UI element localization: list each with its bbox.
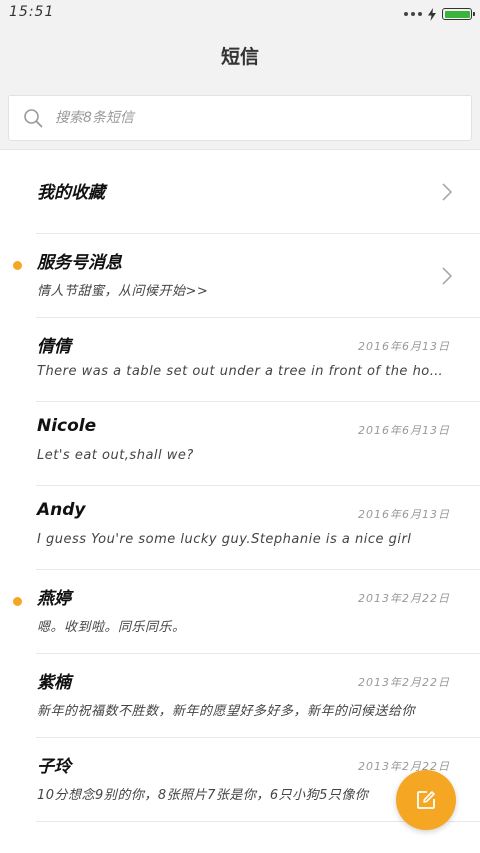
favorites-label: 我的收藏 [37,183,105,203]
message-date: 2016年6月13日 [358,424,450,437]
message-preview: 新年的祝福数不胜数，新年的愿望好多好多，新年的问候送给你 [37,704,416,719]
status-time: 15:51 [9,4,55,20]
unread-dot [13,261,22,270]
search-area [0,84,480,150]
search-box[interactable] [8,95,472,141]
battery-level [444,10,470,18]
status-bar: 15:51 [0,0,480,28]
message-date: 2016年6月13日 [358,508,450,521]
favorites-row[interactable]: 我的收藏 [0,150,480,234]
search-input[interactable] [55,106,455,130]
contact-name: 紫楠 [37,673,71,693]
message-preview: I guess You're some lucky guy.Stephanie … [37,532,412,547]
compose-button[interactable] [396,770,456,830]
page-title: 短信 [220,46,259,68]
message-date: 2013年2月22日 [358,676,450,689]
conversation-row[interactable]: 燕婷 2013年2月22日 嗯。收到啦。同乐同乐。 [0,570,480,654]
message-preview: 嗯。收到啦。同乐同乐。 [37,620,186,635]
service-messages-preview: 情人节甜蜜，从问候开始>> [37,284,209,299]
chevron-right-icon [442,267,453,285]
message-preview: 10分想念9别的你，8张照片7张是你，6只小狗5只像你 [37,788,369,803]
message-preview: There was a table set out under a tree i… [37,364,450,379]
contact-name: 子玲 [37,757,71,777]
battery-icon [442,8,475,20]
service-messages-label: 服务号消息 [37,253,122,273]
conversation-row[interactable]: 倩倩 2016年6月13日 There was a table set out … [0,318,480,402]
unread-dot [13,597,22,606]
contact-name: 燕婷 [37,589,71,609]
conversation-list: 我的收藏 服务号消息 情人节甜蜜，从问候开始>> 倩倩 2016年6月13日 T… [0,150,480,822]
message-date: 2013年2月22日 [358,592,450,605]
search-icon [24,109,43,128]
compose-icon [417,791,435,809]
conversation-row[interactable]: 紫楠 2013年2月22日 新年的祝福数不胜数，新年的愿望好多好多，新年的问候送… [0,654,480,738]
status-icons [404,6,475,22]
conversation-row[interactable]: Andy 2016年6月13日 I guess You're some luck… [0,486,480,570]
charging-bolt-icon [428,7,436,21]
conversation-row[interactable]: Nicole 2016年6月13日 Let's eat out,shall we… [0,402,480,486]
contact-name: 倩倩 [37,337,71,357]
signal-dots-icon [404,12,422,16]
message-preview: Let's eat out,shall we? [37,448,194,463]
service-messages-row[interactable]: 服务号消息 情人节甜蜜，从问候开始>> [0,234,480,318]
contact-name: Nicole [37,416,97,436]
chevron-right-icon [442,183,453,201]
messaging-screen: 15:51 短信 我的收藏 [0,0,480,853]
message-date: 2016年6月13日 [358,340,450,353]
app-header: 短信 [0,28,480,84]
contact-name: Andy [37,500,86,520]
